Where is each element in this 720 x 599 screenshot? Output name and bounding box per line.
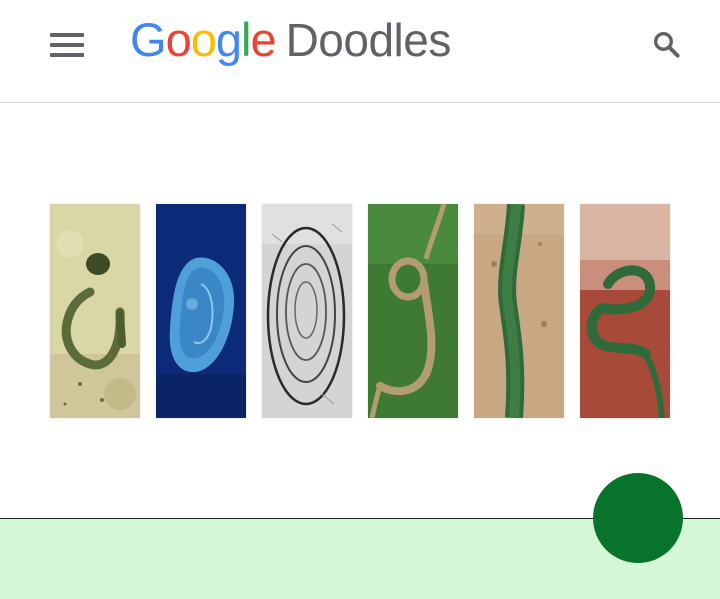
doodle-tile-g-river bbox=[368, 204, 458, 418]
doodle-tile-o-rock bbox=[262, 204, 352, 418]
google-doodles-logo[interactable]: Google Doodles bbox=[130, 12, 451, 72]
doodle-tile-g-desert bbox=[50, 204, 140, 418]
doodle-image[interactable] bbox=[50, 204, 670, 418]
brand-letter: G bbox=[130, 13, 167, 66]
brand-letter: o bbox=[190, 13, 217, 66]
doodles-wordmark: Doodles bbox=[285, 14, 452, 66]
doodle-tile-l-valley bbox=[474, 204, 564, 418]
doodle-tile-e-plain bbox=[580, 204, 670, 418]
search-icon bbox=[653, 31, 680, 58]
menu-line bbox=[50, 53, 84, 57]
menu-line bbox=[50, 33, 84, 37]
brand-letter: o bbox=[165, 13, 192, 66]
search-button[interactable] bbox=[650, 28, 684, 62]
brand-letter: g bbox=[215, 13, 242, 66]
app-header: Google Doodles bbox=[0, 0, 720, 103]
doodle-tile-o-ocean bbox=[156, 204, 246, 418]
google-wordmark: Google bbox=[130, 12, 277, 67]
brand-letter: e bbox=[250, 13, 276, 66]
menu-line bbox=[50, 43, 84, 47]
floating-action-button[interactable] bbox=[593, 473, 683, 563]
hamburger-menu-button[interactable] bbox=[44, 22, 90, 68]
